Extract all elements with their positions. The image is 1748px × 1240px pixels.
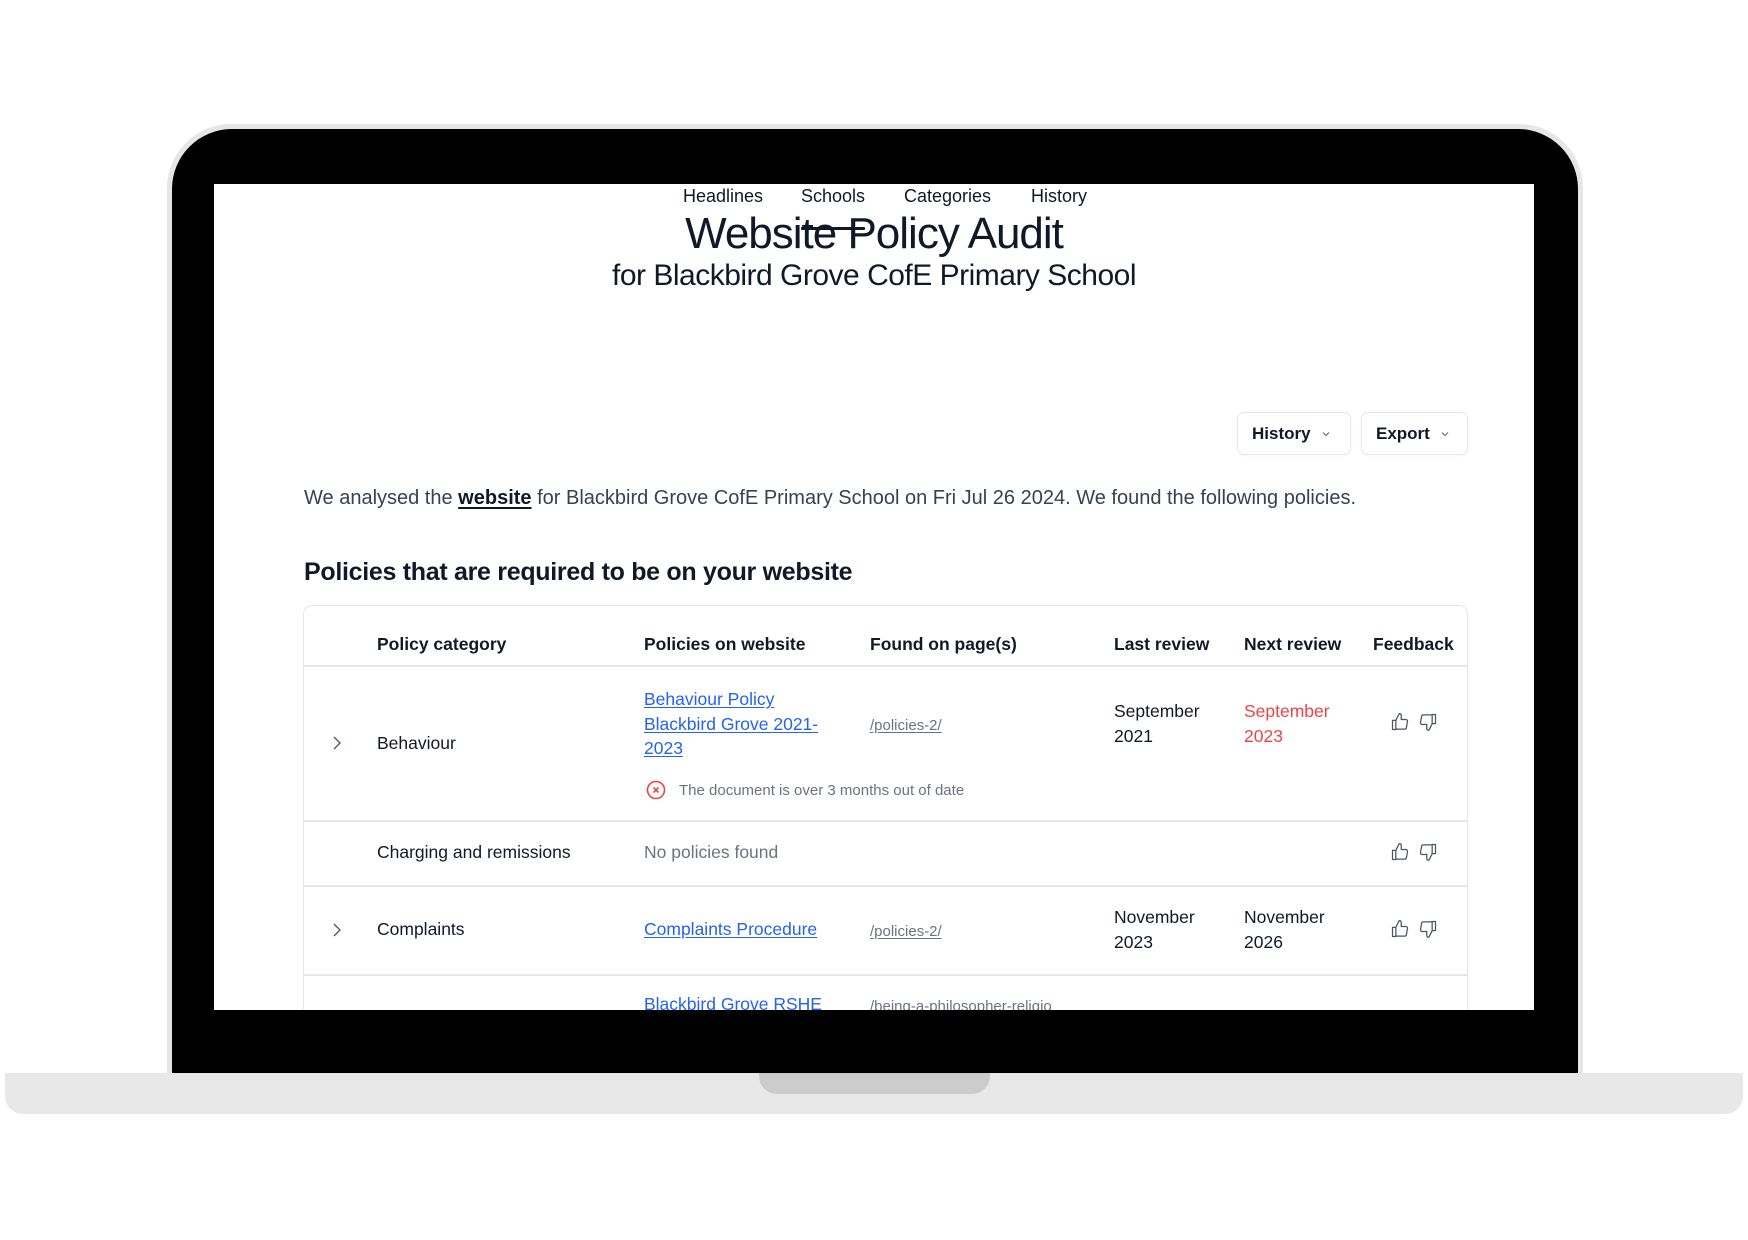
row-category: Complaints	[377, 919, 465, 939]
intro-text-after: for Blackbird Grove CofE Primary School …	[531, 487, 1356, 509]
next-review-month: September	[1244, 701, 1330, 721]
last-review-month: September	[1114, 701, 1200, 721]
header-divider	[304, 665, 1467, 667]
next-review-year: 2023	[1244, 725, 1283, 746]
header-next-review: Next review	[1244, 634, 1342, 654]
found-on-page-cell: /policies-2/	[870, 918, 942, 945]
last-review-year: 2023	[1114, 931, 1153, 952]
policy-link-cell: Complaints Procedure	[644, 917, 817, 942]
policy-link[interactable]: Behaviour Policy Blackbird Grove 2021- 2…	[644, 687, 844, 761]
laptop-screen: Website Policy Audit for Blackbird Grove…	[214, 184, 1534, 1010]
thumbs-down-icon[interactable]	[1417, 712, 1439, 732]
policy-link-cell: Blackbird Grove RSHE	[644, 992, 822, 1010]
header-found-on-pages: Found on page(s)	[870, 634, 1017, 654]
policy-link-line[interactable]: Blackbird Grove 2021-	[644, 714, 818, 734]
thumbs-up-icon[interactable]	[1389, 842, 1411, 862]
policy-link-line[interactable]: 2023	[644, 738, 683, 758]
x-circle-icon	[646, 780, 666, 800]
no-policies-text: No policies found	[644, 842, 779, 862]
next-review-month: November	[1244, 907, 1325, 927]
found-on-page-link[interactable]: /being-a-philosopher-religio	[870, 998, 1052, 1010]
laptop-notch	[759, 1073, 990, 1094]
row-category: Charging and remissions	[377, 842, 571, 862]
last-review-month: November	[1114, 907, 1195, 927]
found-on-page-link[interactable]: /policies-2/	[870, 717, 942, 734]
row-divider	[304, 974, 1467, 976]
policy-link[interactable]: Blackbird Grove RSHE	[644, 994, 822, 1010]
thumbs-up-icon[interactable]	[1389, 712, 1411, 732]
header-policy-category: Policy category	[377, 634, 507, 654]
last-review-year: 2021	[1114, 725, 1153, 746]
history-dropdown-button[interactable]: History	[1237, 412, 1351, 455]
chevron-down-icon	[1322, 431, 1330, 436]
last-review-cell: November 2023	[1114, 905, 1195, 954]
header-last-review: Last review	[1114, 634, 1210, 654]
next-review-year: 2026	[1244, 931, 1283, 952]
history-button-label: History	[1252, 423, 1311, 443]
tab-categories[interactable]: Categories	[904, 184, 991, 230]
found-on-page-link[interactable]: /policies-2/	[870, 923, 942, 940]
last-review-cell: September 2021	[1114, 699, 1200, 748]
header-policies-on-website: Policies on website	[644, 634, 806, 654]
found-on-page-cell: /policies-2/	[870, 712, 942, 739]
page-title: Website Policy Audit	[685, 209, 1064, 258]
found-on-page-cell: /being-a-philosopher-religio	[870, 993, 1052, 1010]
row-divider	[304, 885, 1467, 887]
chevron-down-icon	[1441, 431, 1449, 436]
tab-headlines[interactable]: Headlines	[683, 184, 763, 230]
policy-link-line[interactable]: Behaviour Policy	[644, 689, 774, 709]
page-subtitle: for Blackbird Grove CofE Primary School	[611, 259, 1137, 292]
thumbs-down-icon[interactable]	[1417, 919, 1439, 939]
tab-history[interactable]: History	[1031, 184, 1087, 230]
row-divider	[304, 820, 1467, 822]
next-review-cell: November 2026	[1244, 905, 1325, 954]
website-link[interactable]: website	[458, 487, 531, 509]
export-dropdown-button[interactable]: Export	[1361, 412, 1468, 455]
tab-schools[interactable]: Schools	[801, 184, 866, 230]
policies-table: Policy category Policies on website Foun…	[303, 605, 1468, 1010]
next-review-cell-overdue: September 2023	[1244, 699, 1330, 748]
chevron-right-icon[interactable]	[330, 735, 344, 751]
out-of-date-warning: The document is over 3 months out of dat…	[646, 780, 964, 800]
thumbs-up-icon[interactable]	[1389, 919, 1411, 939]
chevron-right-icon[interactable]	[330, 922, 344, 938]
export-button-label: Export	[1376, 423, 1430, 443]
intro-text-before: We analysed the	[304, 487, 459, 509]
intro-text: We analysed the website for Blackbird Gr…	[304, 485, 1356, 511]
section-title: Policies that are required to be on your…	[304, 558, 853, 586]
thumbs-down-icon[interactable]	[1417, 842, 1439, 862]
policy-link[interactable]: Complaints Procedure	[644, 919, 817, 939]
header-feedback: Feedback	[1373, 634, 1454, 654]
row-category: Behaviour	[377, 733, 456, 753]
warning-text: The document is over 3 months out of dat…	[679, 781, 965, 799]
